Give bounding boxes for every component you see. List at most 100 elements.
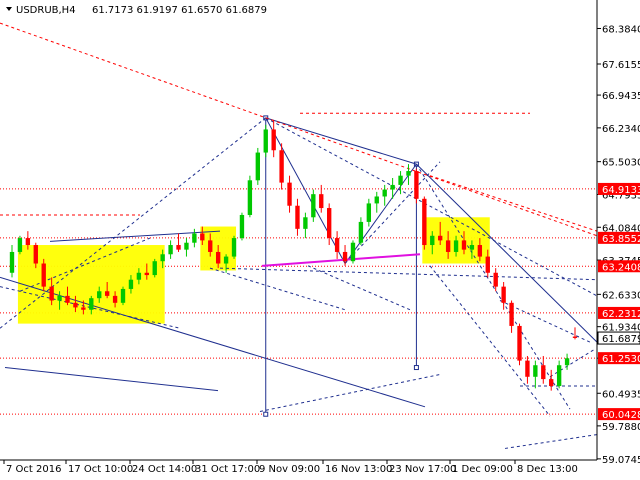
time-tick-label: 7 Oct 2016	[6, 464, 61, 475]
candle-body	[73, 302, 78, 308]
time-tick-label: 9 Nov 09:00	[259, 464, 320, 475]
candle-body	[406, 171, 411, 176]
time-tick-label: 23 Nov 17:00	[389, 464, 456, 475]
candle-body	[422, 198, 427, 246]
candle-body	[104, 291, 110, 296]
candle-body	[287, 182, 292, 206]
candle-body	[89, 298, 94, 310]
candle-body	[81, 307, 86, 310]
candle-body	[17, 238, 23, 252]
candle-body	[168, 245, 173, 255]
time-tick-label: 8 Dec 13:00	[517, 464, 578, 475]
candle-body	[271, 129, 276, 151]
candle-body	[541, 365, 546, 380]
candle-body	[334, 238, 340, 252]
candle-body	[279, 150, 284, 183]
candle-body	[33, 245, 38, 264]
candle-body	[120, 288, 126, 303]
candle-body	[461, 240, 467, 250]
candle-body	[311, 194, 316, 218]
time-tick-label: 24 Oct 14:00	[132, 464, 197, 475]
candle-body	[374, 196, 379, 204]
candle-body	[247, 180, 253, 215]
candle-body	[319, 194, 324, 209]
candle-body	[263, 129, 268, 153]
price-tick-label: 66.2340	[602, 124, 640, 135]
candle-body	[572, 336, 578, 338]
candle-body	[564, 358, 570, 366]
candle-body	[200, 233, 205, 241]
candle-body	[501, 286, 506, 303]
candle-body	[223, 256, 229, 264]
candle-body	[350, 242, 356, 262]
candle-body	[366, 203, 372, 222]
candle-body	[231, 238, 237, 257]
candle-body	[556, 365, 562, 387]
time-tick-label: 31 Oct 17:00	[195, 464, 260, 475]
candle-body	[184, 242, 189, 250]
candle-body	[97, 291, 102, 299]
candle-body	[49, 286, 54, 301]
candle-body	[208, 240, 213, 252]
candle-body	[533, 365, 538, 377]
candle-body	[342, 251, 348, 262]
level-badge-label: 60.0428	[602, 410, 640, 421]
candle-body	[549, 379, 554, 387]
price-chart: 68.384067.615566.943566.234065.503064.79…	[0, 0, 640, 480]
candle-body	[176, 245, 181, 250]
candle-body	[239, 214, 245, 239]
level-badge-label: 63.8552	[602, 234, 640, 245]
candle-body	[390, 184, 395, 190]
candle-body	[25, 238, 31, 246]
level-badge-label: 64.9133	[602, 185, 640, 196]
anchor-marker	[413, 365, 419, 371]
candle-body	[136, 272, 142, 280]
candle-body	[430, 235, 435, 246]
candle-body	[453, 240, 459, 252]
candle-body	[215, 251, 221, 264]
current-price-label: 61.6879	[602, 334, 640, 345]
level-badge-label: 61.2530	[602, 354, 640, 365]
candle-body	[192, 233, 197, 243]
candle-body	[112, 295, 118, 303]
candle-body	[295, 205, 300, 229]
price-tick-label: 67.6155	[602, 60, 640, 71]
chart-symbol: USDRUB,H4	[16, 5, 76, 16]
price-tick-label: 66.9435	[602, 91, 640, 102]
candle-body	[65, 295, 70, 303]
anchor-marker	[263, 411, 269, 417]
title-layer: USDRUB,H4 61.7173 61.9197 61.6570 61.687…	[6, 5, 267, 16]
price-tick-label: 60.4935	[602, 389, 640, 400]
candle-body	[9, 251, 15, 273]
candle-body	[160, 254, 165, 262]
candle-body	[477, 245, 483, 257]
level-badge-label: 63.2408	[602, 262, 640, 273]
time-tick-label: 17 Oct 10:00	[68, 464, 133, 475]
price-tick-label: 62.6330	[602, 290, 640, 301]
time-tick-label: 16 Nov 13:00	[325, 464, 392, 475]
candle-body	[358, 221, 364, 243]
level-badge-label: 62.2312	[602, 309, 640, 320]
candle-body	[41, 263, 46, 287]
candle-body	[493, 272, 498, 287]
candle-body	[327, 208, 332, 239]
candle-body	[152, 261, 157, 276]
candle-body	[57, 295, 62, 301]
price-tick-label: 68.3840	[602, 24, 640, 35]
candle-body	[255, 152, 260, 181]
price-tick-label: 59.7880	[602, 422, 640, 433]
candle-body	[485, 256, 490, 273]
candle-body	[398, 175, 403, 185]
candle-body	[517, 325, 522, 361]
time-tick-label: 1 Dec 09:00	[452, 464, 513, 475]
candle-body	[414, 171, 419, 199]
candle-body	[509, 302, 514, 326]
candle-body	[128, 279, 134, 289]
candle-body	[525, 360, 530, 377]
ohlc-values: 61.7173 61.9197 61.6570 61.6879	[92, 5, 267, 16]
price-tick-label: 65.5030	[602, 158, 640, 169]
candle-body	[469, 245, 475, 250]
candle-body	[303, 217, 308, 229]
candle-body	[445, 240, 451, 252]
candle-body	[438, 235, 443, 241]
